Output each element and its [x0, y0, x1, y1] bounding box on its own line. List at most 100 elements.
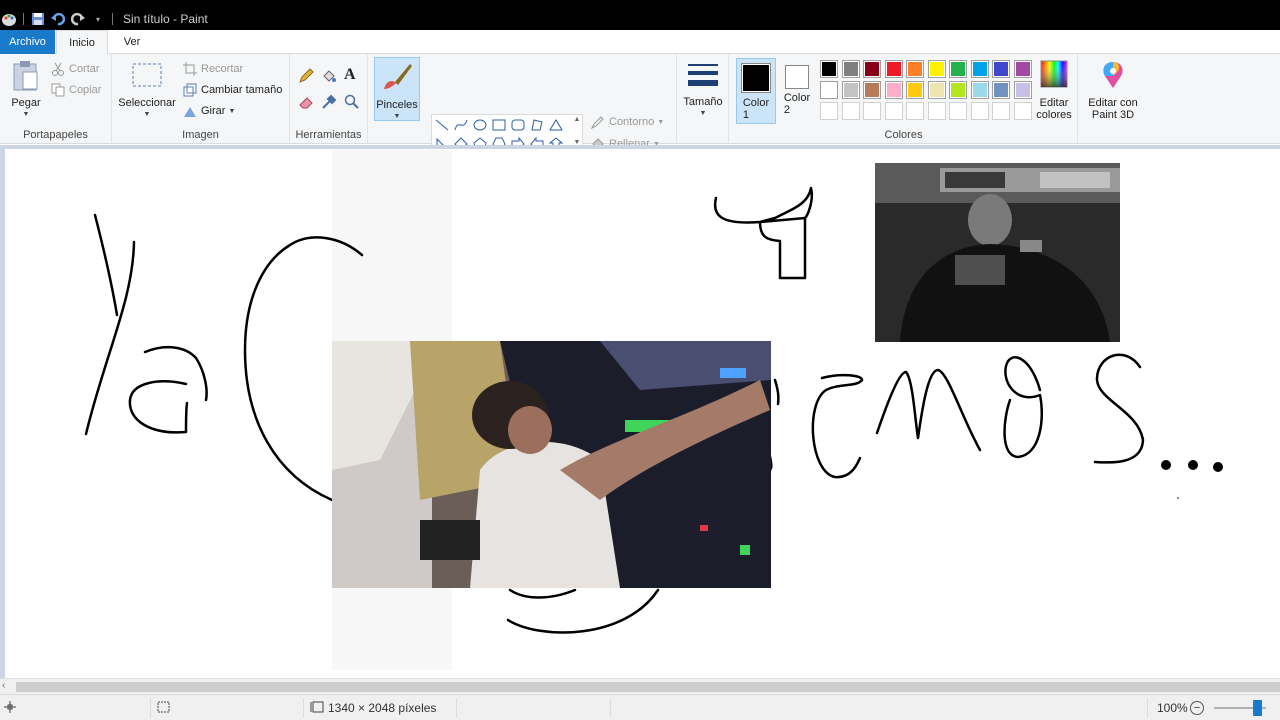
- stroke: [84, 240, 136, 436]
- scroll-left-icon[interactable]: ‹: [2, 680, 5, 691]
- pasted-photo-portrait: [875, 163, 1120, 342]
- oval-shape-icon[interactable]: [471, 116, 489, 134]
- brushes-button[interactable]: Pinceles ▼: [374, 57, 420, 121]
- stroke: [128, 345, 208, 434]
- ribbon-tabs: Archivo Inicio Ver: [0, 30, 1280, 55]
- rotate-label: Girar: [201, 105, 226, 117]
- colors-group-label: Colores: [884, 129, 923, 141]
- chevron-up-icon[interactable]: ▲: [574, 116, 581, 123]
- zoom-slider-thumb[interactable]: [1253, 700, 1262, 716]
- undo-icon[interactable]: [50, 11, 66, 27]
- scrollbar-thumb[interactable]: [16, 682, 1280, 692]
- polygon-shape-icon[interactable]: [528, 116, 546, 134]
- eyedropper-icon: [321, 94, 337, 110]
- crop-label: Recortar: [201, 63, 244, 75]
- pencil-icon: [298, 68, 314, 84]
- outline-pencil-icon: [590, 114, 606, 130]
- magnifier-icon: [344, 94, 360, 110]
- zoom-level: 100%: [1157, 701, 1188, 715]
- canvas-drawing: [84, 150, 1223, 670]
- crop-icon: [182, 61, 198, 77]
- stroke: [875, 368, 982, 452]
- chevron-down-icon: ▼: [657, 118, 665, 126]
- outline-button[interactable]: Contorno ▼: [590, 114, 664, 130]
- paint-app-icon[interactable]: [1, 11, 17, 27]
- title-bar: ▾ Sin título - Paint: [0, 8, 1280, 30]
- brushes-label: Pinceles: [376, 99, 418, 111]
- resize-icon: [182, 82, 198, 98]
- paste-label: Pegar: [11, 97, 41, 109]
- ellipsis-dots: [1161, 460, 1223, 499]
- select-button[interactable]: Seleccionar ▼: [116, 62, 178, 121]
- separator: [112, 13, 113, 25]
- paste-button[interactable]: Pegar ▼: [8, 60, 44, 121]
- magnifier-tool[interactable]: [344, 94, 363, 110]
- dot: [1177, 497, 1179, 499]
- pencil-tool[interactable]: [298, 68, 317, 84]
- outline-label: Contorno: [609, 116, 655, 128]
- colors-group: Colores: [730, 54, 1078, 144]
- rounded-rectangle-shape-icon[interactable]: [509, 116, 527, 134]
- clipboard-icon: [11, 60, 41, 95]
- ribbon: Pegar ▼ Cortar Copiar Portapapeles Selec…: [0, 54, 1280, 172]
- text-tool[interactable]: A: [344, 66, 356, 84]
- stroke: [93, 213, 119, 317]
- tools-group-label: Herramientas: [295, 129, 362, 141]
- stroke: [713, 186, 813, 280]
- separator: [303, 698, 304, 718]
- selection-icon: [131, 62, 163, 91]
- paint3d-button[interactable]: Editar con Paint 3D: [1082, 60, 1144, 121]
- clipboard-group: Pegar ▼ Cortar Copiar Portapapeles: [0, 54, 112, 144]
- separator: [456, 698, 457, 718]
- size-button[interactable]: Tamaño ▼: [681, 62, 725, 120]
- cut-label: Cortar: [69, 63, 100, 75]
- cursor-position: [4, 695, 16, 720]
- stroke: [1003, 356, 1043, 459]
- copy-button[interactable]: Copiar: [50, 82, 101, 98]
- image-size: 1340 × 2048 píxeles: [310, 695, 436, 720]
- triangle-shape-icon[interactable]: [547, 116, 565, 134]
- fill-tool[interactable]: [321, 68, 340, 84]
- rotate-icon: [182, 103, 198, 119]
- save-icon[interactable]: [30, 11, 46, 27]
- resize-label: Cambiar tamaño: [201, 84, 283, 96]
- separator: [610, 698, 611, 718]
- dot: [1161, 460, 1171, 470]
- image-size-icon: [310, 701, 324, 716]
- size-group: Tamaño ▼: [677, 54, 729, 144]
- color-picker-tool[interactable]: [321, 94, 340, 110]
- tab-ver[interactable]: Ver: [112, 30, 152, 54]
- chevron-down-icon: ▼: [699, 110, 707, 117]
- status-bar: 1340 × 2048 píxeles 100% −: [0, 694, 1280, 720]
- chevron-down-icon: ▼: [143, 111, 151, 118]
- horizontal-scrollbar[interactable]: ‹: [0, 678, 1280, 694]
- zoom-out-button[interactable]: −: [1190, 701, 1204, 715]
- drawing-canvas[interactable]: [5, 149, 1280, 678]
- scissors-icon: [50, 61, 66, 77]
- copy-label: Copiar: [69, 84, 102, 96]
- separator: [1147, 698, 1148, 718]
- brush-icon: [380, 61, 414, 96]
- customize-qa-icon[interactable]: ▾: [90, 11, 106, 27]
- resize-button[interactable]: Cambiar tamaño: [182, 82, 282, 98]
- selection-size: [157, 695, 171, 720]
- size-label: Tamaño: [683, 96, 723, 108]
- eraser-tool[interactable]: [298, 94, 317, 110]
- paint-bucket-icon: [321, 68, 337, 84]
- tab-inicio[interactable]: Inicio: [56, 30, 108, 55]
- text-a-icon: A: [344, 66, 356, 83]
- curve-shape-icon[interactable]: [452, 116, 470, 134]
- pasted-photo-blurry: [332, 341, 771, 588]
- cut-button[interactable]: Cortar: [50, 61, 100, 77]
- redo-icon[interactable]: [70, 11, 86, 27]
- line-shape-icon[interactable]: [433, 116, 451, 134]
- crop-button[interactable]: Recortar: [182, 61, 243, 77]
- separator: [23, 13, 24, 25]
- select-label: Seleccionar: [118, 97, 176, 109]
- rectangle-shape-icon[interactable]: [490, 116, 508, 134]
- stroke: [811, 373, 864, 479]
- chevron-down-icon: ▼: [228, 107, 236, 115]
- tab-archivo[interactable]: Archivo: [0, 30, 55, 54]
- image-size-text: 1340 × 2048 píxeles: [328, 701, 437, 715]
- rotate-button[interactable]: Girar ▼: [182, 103, 235, 119]
